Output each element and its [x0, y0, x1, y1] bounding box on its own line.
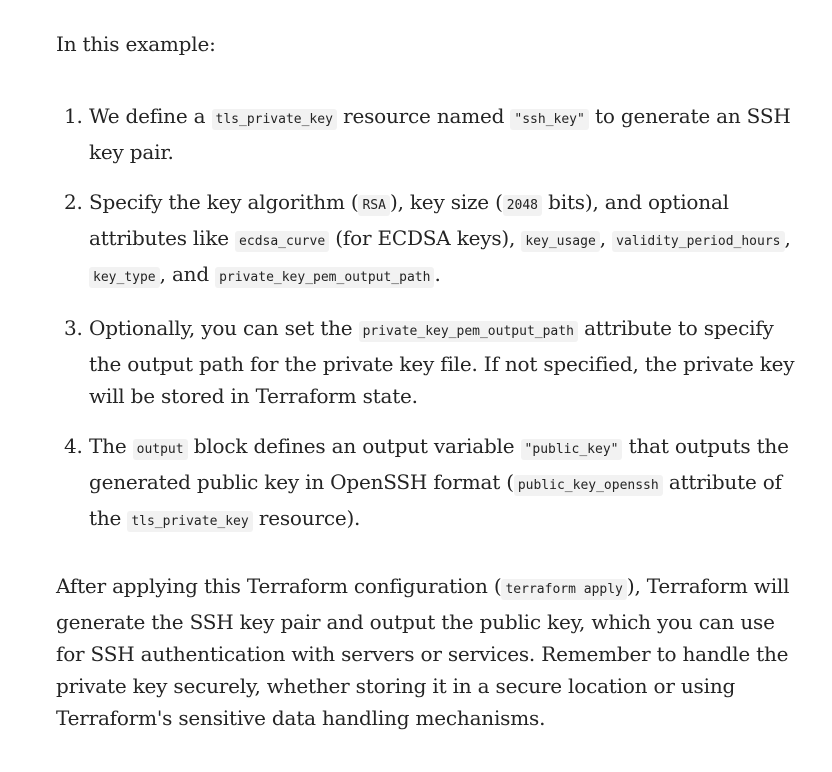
inline-code: key_usage	[521, 231, 600, 252]
inline-code: tls_private_key	[127, 511, 253, 532]
inline-code: "public_key"	[520, 439, 623, 460]
list-item-text: resource named	[336, 104, 511, 128]
list-item-text: ,	[599, 226, 613, 250]
inline-code: RSA	[358, 195, 390, 216]
list-item-number: 1.	[64, 104, 83, 128]
list-item-text: , and	[159, 262, 216, 286]
list-item-text: ,	[784, 226, 791, 250]
list-item-text: (for ECDSA keys),	[329, 226, 522, 250]
list-item-text: .	[434, 262, 441, 286]
outro-paragraph: After applying this Terraform configurat…	[56, 570, 802, 734]
list-item-text: We define a	[89, 104, 212, 128]
inline-code: key_type	[89, 267, 160, 288]
inline-code: 2048	[502, 195, 543, 216]
inline-code: public_key_openssh	[513, 475, 663, 496]
list-item-text: resource).	[252, 506, 361, 530]
list-item: 4. The output block defines an output va…	[56, 430, 802, 538]
list-item: 3. Optionally, you can set the private_k…	[56, 312, 802, 412]
list-item: 1. We define a tls_private_key resource …	[56, 100, 802, 168]
list-item-text: Specify the key algorithm (	[89, 190, 359, 214]
inline-code: ecdsa_curve	[235, 231, 330, 252]
inline-code: validity_period_hours	[612, 231, 785, 252]
inline-code: tls_private_key	[211, 109, 337, 130]
list-item-number: 3.	[64, 316, 83, 340]
inline-code: output	[132, 439, 188, 460]
inline-code: "ssh_key"	[510, 109, 589, 130]
steps-list: 1. We define a tls_private_key resource …	[56, 100, 802, 538]
inline-code: private_key_pem_output_path	[358, 321, 578, 342]
intro-paragraph: In this example:	[56, 32, 216, 56]
inline-code: private_key_pem_output_path	[215, 267, 435, 288]
list-item-number: 4.	[64, 434, 83, 458]
list-item-text: Optionally, you can set the	[89, 316, 359, 340]
list-item-text: block defines an output variable	[187, 434, 521, 458]
outro-text: After applying this Terraform configurat…	[56, 574, 502, 598]
list-item-text: The	[89, 434, 133, 458]
list-item: 2. Specify the key algorithm (RSA), key …	[56, 186, 802, 294]
inline-code: terraform apply	[501, 579, 627, 600]
article-body: In this example: 1. We define a tls_priv…	[0, 0, 832, 734]
list-item-text: ), key size (	[389, 190, 503, 214]
list-item-number: 2.	[64, 190, 83, 214]
